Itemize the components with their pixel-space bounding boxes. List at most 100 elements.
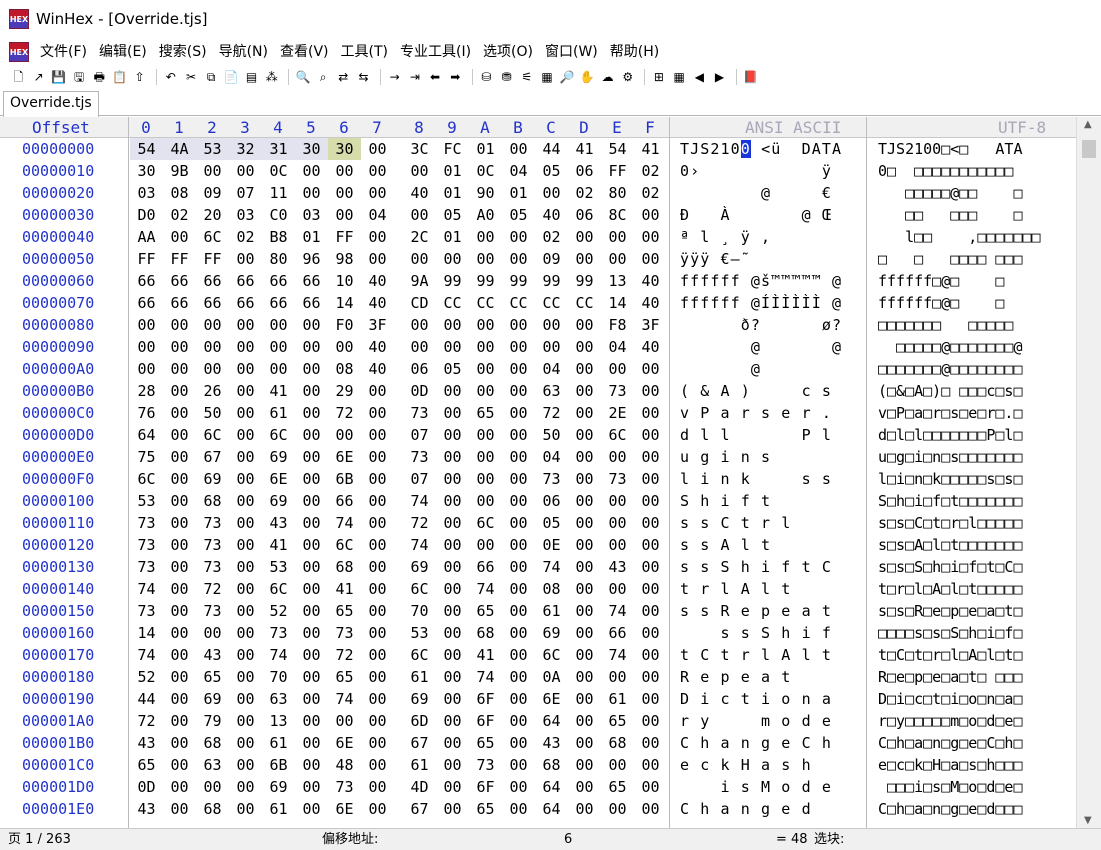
hex-byte[interactable]: 00 — [436, 622, 469, 644]
utf8-text[interactable]: u□g□i□n□s□□□□□□□ — [878, 446, 1023, 468]
hex-byte[interactable]: 73 — [130, 600, 163, 622]
hex-byte[interactable]: 00 — [568, 314, 601, 336]
hex-byte[interactable]: 00 — [436, 314, 469, 336]
hex-byte[interactable]: 6B — [262, 754, 295, 776]
hex-byte[interactable]: 00 — [403, 314, 436, 336]
hex-byte[interactable]: 53 — [130, 490, 163, 512]
hex-byte[interactable]: 53 — [403, 622, 436, 644]
utf8-text[interactable]: ffffff□@□ □ — [878, 270, 1004, 292]
hex-byte[interactable]: 65 — [196, 666, 229, 688]
hex-byte[interactable]: 00 — [229, 556, 262, 578]
hex-byte[interactable]: 00 — [535, 336, 568, 358]
hex-byte[interactable]: 65 — [469, 798, 502, 820]
hex-byte[interactable]: 67 — [403, 798, 436, 820]
hex-paste-icon[interactable]: ⁂ — [263, 69, 280, 86]
hex-byte[interactable]: 68 — [328, 556, 361, 578]
hex-byte[interactable]: 00 — [568, 468, 601, 490]
hex-byte[interactable]: 00 — [229, 358, 262, 380]
hex-byte[interactable]: 00 — [163, 490, 196, 512]
hex-byte[interactable]: 00 — [568, 754, 601, 776]
hex-byte[interactable]: 00 — [403, 248, 436, 270]
hex-byte[interactable]: 6C — [403, 578, 436, 600]
hex-byte[interactable]: 40 — [361, 292, 394, 314]
hex-byte[interactable]: 00 — [229, 600, 262, 622]
menu-item-0[interactable]: 文件(F) — [34, 40, 93, 64]
hex-byte[interactable]: 00 — [229, 424, 262, 446]
hex-byte[interactable]: 00 — [295, 776, 328, 798]
ansi-text[interactable]: @ € — [680, 182, 842, 204]
hex-byte[interactable]: 68 — [196, 798, 229, 820]
hex-byte[interactable]: 00 — [328, 710, 361, 732]
hex-byte[interactable]: 41 — [568, 138, 601, 160]
hex-byte[interactable]: 30 — [328, 138, 361, 160]
hand-icon[interactable]: ✋ — [579, 69, 596, 86]
ansi-text[interactable]: ffffff @š™™™™™ @ — [680, 270, 842, 292]
hex-byte[interactable]: 43 — [130, 732, 163, 754]
hex-row[interactable]: 000000C0 76 00 50 00 61 00 72 00 73 00 65 00 72 00 2E 00… — [0, 402, 1076, 424]
hex-byte[interactable]: 00 — [196, 336, 229, 358]
hex-byte[interactable]: 66 — [229, 270, 262, 292]
utf8-text[interactable]: ffffff□@□ □ — [878, 292, 1004, 314]
hex-byte[interactable]: 00 — [163, 798, 196, 820]
hex-byte[interactable]: 0D — [130, 776, 163, 798]
hex-byte[interactable]: 00 — [535, 182, 568, 204]
hex-byte[interactable]: 00 — [469, 534, 502, 556]
hex-byte[interactable]: 75 — [130, 446, 163, 468]
hex-byte[interactable]: 00 — [163, 402, 196, 424]
hex-byte[interactable]: 73 — [601, 468, 634, 490]
hex-byte[interactable]: 00 — [361, 776, 394, 798]
hex-byte[interactable]: 00 — [436, 248, 469, 270]
hex-byte[interactable]: 00 — [436, 754, 469, 776]
hex-byte[interactable]: 74 — [535, 556, 568, 578]
hex-byte[interactable]: 00 — [163, 666, 196, 688]
hex-byte[interactable]: 70 — [262, 666, 295, 688]
hex-byte[interactable]: 03 — [229, 204, 262, 226]
hex-row[interactable]: 00000050 FF FF FF 00 80 96 98 00 00 00 00 00 09 00 00 00… — [0, 248, 1076, 270]
hex-byte[interactable]: 65 — [469, 402, 502, 424]
ansi-text[interactable]: S h i f t — [680, 490, 842, 512]
hex-byte[interactable]: 00 — [229, 798, 262, 820]
hex-byte[interactable]: 8C — [601, 204, 634, 226]
hex-byte[interactable]: 69 — [196, 468, 229, 490]
utf8-text[interactable]: □□□□□@□□ □ — [878, 182, 1022, 204]
hex-byte[interactable]: 68 — [196, 732, 229, 754]
ansi-text[interactable]: ª l ¸ ÿ , — [680, 226, 842, 248]
hex-byte[interactable]: 00 — [328, 424, 361, 446]
hex-byte[interactable]: 73 — [196, 600, 229, 622]
cut-icon[interactable]: ✂ — [183, 69, 200, 86]
hex-byte[interactable]: 98 — [328, 248, 361, 270]
hex-byte[interactable]: 02 — [163, 204, 196, 226]
open-disk-icon[interactable]: ⛁ — [478, 69, 495, 86]
hex-byte[interactable]: 00 — [361, 688, 394, 710]
hex-byte[interactable]: 00 — [502, 776, 535, 798]
hex-byte[interactable]: 00 — [634, 358, 667, 380]
ansi-text[interactable]: R e p e a t — [680, 666, 842, 688]
hex-byte[interactable]: 99 — [568, 270, 601, 292]
replace-hex-icon[interactable]: ⇆ — [355, 69, 372, 86]
hex-byte[interactable]: 73 — [328, 622, 361, 644]
hex-byte[interactable]: 00 — [634, 204, 667, 226]
hex-byte[interactable]: 00 — [601, 798, 634, 820]
hex-byte[interactable]: 00 — [196, 776, 229, 798]
hex-byte[interactable]: 00 — [295, 710, 328, 732]
calculator-icon[interactable]: ▦ — [539, 69, 556, 86]
hex-byte[interactable]: 73 — [469, 754, 502, 776]
hex-byte[interactable]: 66 — [295, 292, 328, 314]
hex-byte[interactable]: 41 — [262, 380, 295, 402]
hex-byte[interactable]: 00 — [163, 226, 196, 248]
hex-byte[interactable]: 08 — [163, 182, 196, 204]
hex-row[interactable]: 00000190 44 00 69 00 63 00 74 00 69 00 6F 00 6E 00 61 00… — [0, 688, 1076, 710]
hex-byte[interactable]: 01 — [295, 226, 328, 248]
hex-byte[interactable]: 65 — [601, 776, 634, 798]
hex-byte[interactable]: 61 — [535, 600, 568, 622]
hex-byte[interactable]: 96 — [295, 248, 328, 270]
hex-byte[interactable]: 72 — [130, 710, 163, 732]
utf8-text[interactable]: S□h□i□f□t□□□□□□□ — [878, 490, 1023, 512]
hex-byte[interactable]: 00 — [436, 534, 469, 556]
hex-byte[interactable]: 00 — [295, 534, 328, 556]
hex-byte[interactable]: 05 — [502, 204, 535, 226]
hex-byte[interactable]: 00 — [568, 732, 601, 754]
hex-byte[interactable]: 69 — [403, 556, 436, 578]
menu-item-4[interactable]: 查看(V) — [274, 40, 335, 64]
hex-byte[interactable]: 66 — [229, 292, 262, 314]
